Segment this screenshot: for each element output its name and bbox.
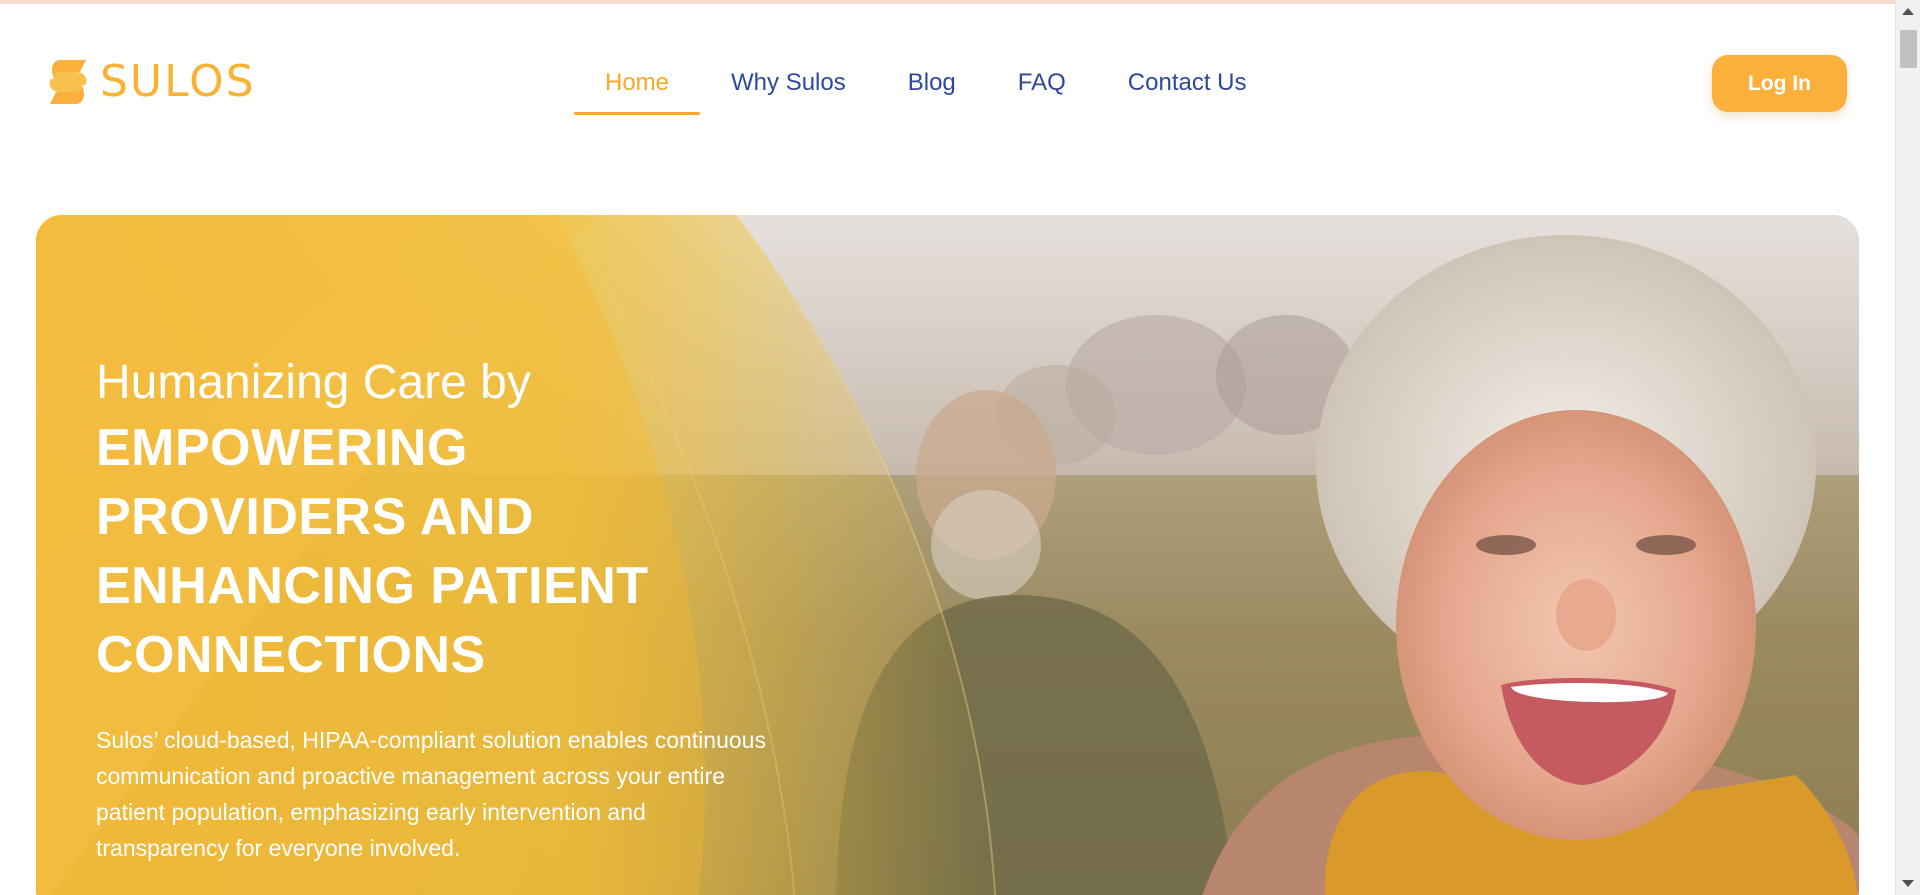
login-button[interactable]: Log In <box>1712 55 1847 112</box>
page: SULOS Home Why Sulos Blog FAQ Contact Us… <box>0 4 1895 895</box>
sulos-logo-icon <box>49 60 87 104</box>
hero-description: Sulos’ cloud-based, HIPAA-compliant solu… <box>96 727 766 862</box>
scroll-down-arrow-icon[interactable] <box>1902 880 1914 887</box>
hero-content: Humanizing Care by EMPOWERING PROVIDERS … <box>96 355 796 866</box>
page-scrollbar[interactable] <box>1895 0 1920 895</box>
hero-lead: Humanizing Care by <box>96 356 531 409</box>
site-header: SULOS Home Why Sulos Blog FAQ Contact Us… <box>0 4 1895 164</box>
nav-item-blog[interactable]: Blog <box>877 59 987 115</box>
nav-item-home[interactable]: Home <box>574 59 701 115</box>
brand-logo[interactable]: SULOS <box>46 56 256 108</box>
brand-name: SULOS <box>100 56 256 107</box>
hero-title: EMPOWERING PROVIDERS AND ENHANCING PATIE… <box>96 419 649 685</box>
nav-item-why-sulos[interactable]: Why Sulos <box>700 59 877 115</box>
hero-banner: Humanizing Care by EMPOWERING PROVIDERS … <box>36 215 1859 895</box>
main-nav: Home Why Sulos Blog FAQ Contact Us <box>574 59 1278 119</box>
scroll-up-arrow-icon[interactable] <box>1902 8 1914 15</box>
nav-item-faq[interactable]: FAQ <box>987 59 1097 115</box>
nav-item-contact-us[interactable]: Contact Us <box>1097 59 1278 115</box>
scrollbar-thumb[interactable] <box>1900 30 1917 68</box>
